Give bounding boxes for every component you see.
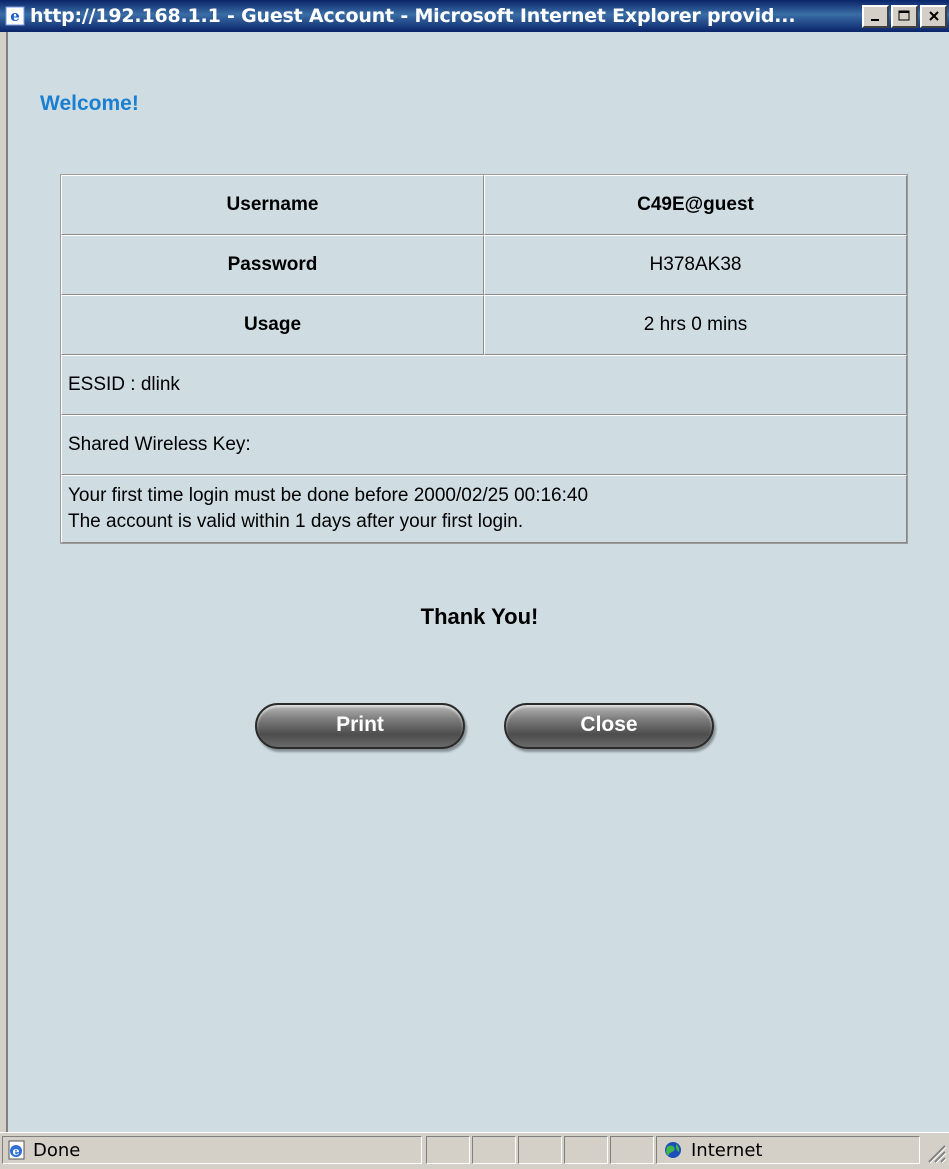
maximize-button[interactable] xyxy=(891,5,918,28)
table-row: Usage 2 hrs 0 mins xyxy=(61,295,907,355)
login-deadline-text: Your first time login must be done befor… xyxy=(68,485,589,506)
status-cell xyxy=(472,1136,516,1164)
page-content: Welcome! Username C49E@guest Password H3… xyxy=(6,32,949,1132)
globe-icon xyxy=(663,1140,683,1160)
minimize-icon xyxy=(870,8,882,26)
status-cell xyxy=(564,1136,608,1164)
close-icon xyxy=(928,8,940,26)
table-row: ESSID : dlink xyxy=(61,355,907,415)
close-page-button[interactable]: Close xyxy=(504,703,714,749)
username-value: C49E@guest xyxy=(484,175,907,235)
status-pane: e Done xyxy=(2,1136,422,1164)
thank-you-text: Thank You! xyxy=(420,604,539,629)
security-zone: Internet xyxy=(656,1136,920,1164)
status-cell xyxy=(426,1136,470,1164)
shared-key-text: Shared Wireless Key: xyxy=(61,415,907,475)
username-label: Username xyxy=(61,175,484,235)
login-note: Your first time login must be done befor… xyxy=(61,475,907,543)
welcome-heading: Welcome! xyxy=(40,92,139,115)
ie-page-icon: e xyxy=(4,5,26,27)
table-row: Your first time login must be done befor… xyxy=(61,475,907,543)
ie-document-icon: e xyxy=(7,1140,27,1160)
status-bar: e Done Internet xyxy=(0,1132,949,1166)
minimize-button[interactable] xyxy=(862,5,889,28)
table-row: Password H378AK38 xyxy=(61,235,907,295)
svg-text:e: e xyxy=(10,7,20,25)
usage-value: 2 hrs 0 mins xyxy=(484,295,907,355)
maximize-icon xyxy=(898,8,911,26)
status-cell xyxy=(518,1136,562,1164)
print-button[interactable]: Print xyxy=(255,703,465,749)
essid-text: ESSID : dlink xyxy=(61,355,907,415)
account-validity-text: The account is valid within 1 days after… xyxy=(68,511,524,532)
password-value: H378AK38 xyxy=(484,235,907,295)
resize-grip-icon[interactable] xyxy=(925,1142,947,1164)
window-title: http://192.168.1.1 - Guest Account - Mic… xyxy=(30,5,796,27)
status-text: Done xyxy=(33,1139,81,1161)
guest-account-table: Username C49E@guest Password H378AK38 Us… xyxy=(60,174,908,544)
svg-text:e: e xyxy=(13,1145,20,1158)
table-row: Shared Wireless Key: xyxy=(61,415,907,475)
password-label: Password xyxy=(61,235,484,295)
close-button[interactable] xyxy=(920,5,947,28)
zone-text: Internet xyxy=(691,1139,763,1161)
status-cell xyxy=(610,1136,654,1164)
window-title-bar[interactable]: e http://192.168.1.1 - Guest Account - M… xyxy=(0,0,949,32)
usage-label: Usage xyxy=(61,295,484,355)
table-row: Username C49E@guest xyxy=(61,175,907,235)
